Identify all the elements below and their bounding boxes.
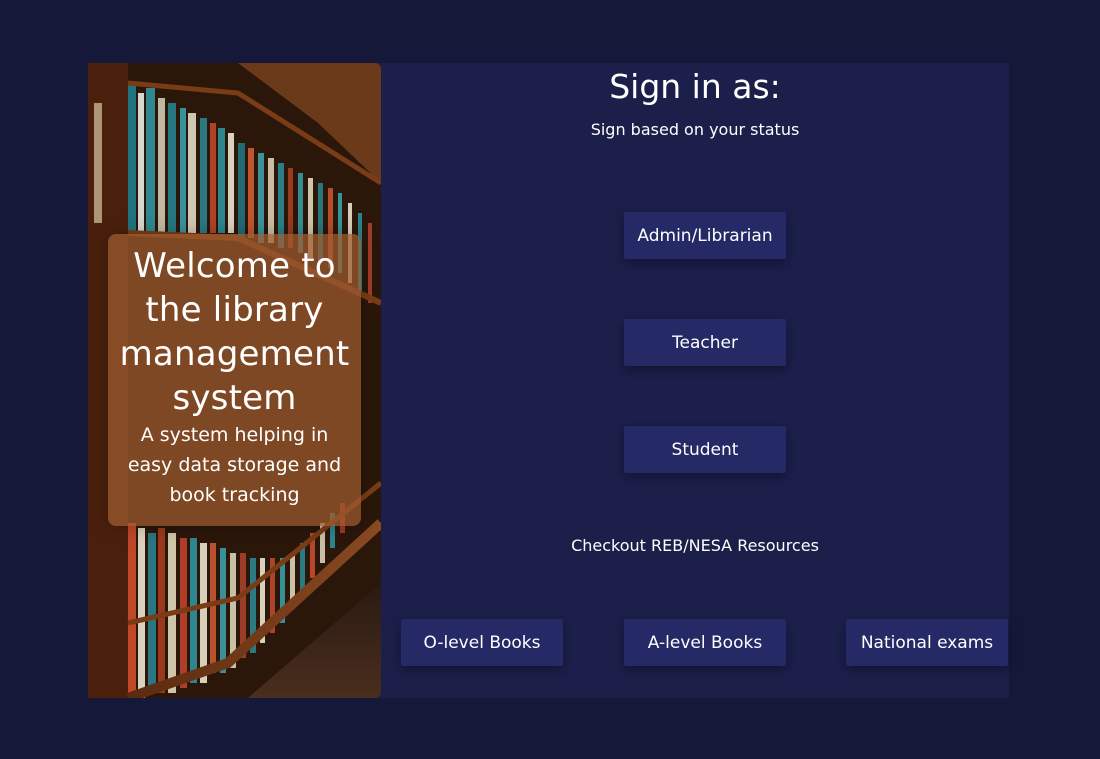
national-exams-button[interactable]: National exams [846, 619, 1008, 666]
alevel-books-button[interactable]: A-level Books [624, 619, 786, 666]
welcome-overlay: Welcome to the library management system… [108, 234, 361, 526]
resources-label: Checkout REB/NESA Resources [571, 536, 819, 555]
welcome-subtitle: A system helping in easy data storage an… [127, 424, 342, 506]
admin-librarian-button[interactable]: Admin/Librarian [624, 212, 786, 259]
page-subtitle: Sign based on your status [590, 120, 800, 139]
signin-card: Welcome to the library management system… [88, 63, 1009, 698]
student-button[interactable]: Student [624, 426, 786, 473]
page-title: Sign in as: [609, 67, 781, 106]
welcome-title: Welcome to the library management system [119, 246, 350, 418]
teacher-button[interactable]: Teacher [624, 319, 786, 366]
olevel-books-button[interactable]: O-level Books [401, 619, 563, 666]
hero-panel: Welcome to the library management system… [88, 63, 381, 698]
signin-panel: Sign in as: Sign based on your status Ad… [381, 63, 1009, 698]
